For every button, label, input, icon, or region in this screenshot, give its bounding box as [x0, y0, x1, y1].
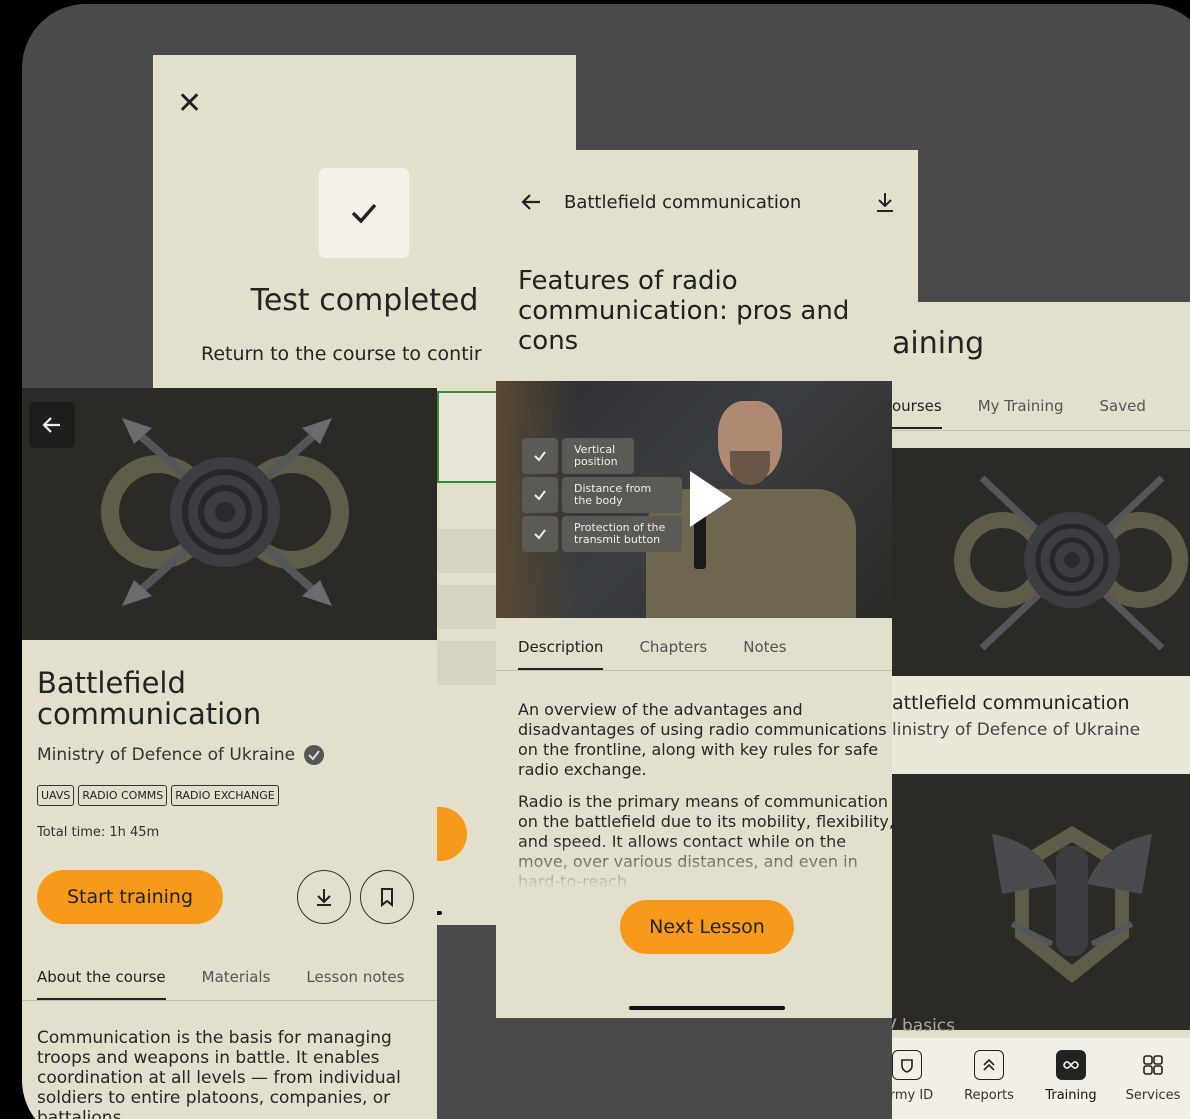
video-player[interactable]: Vertical position Distance from the body…: [496, 381, 918, 618]
video-check-label: Distance from the body: [562, 477, 682, 513]
divider: [22, 1000, 437, 1001]
nav-services[interactable]: Services: [1112, 1050, 1190, 1119]
tab-materials[interactable]: Materials: [202, 968, 271, 1000]
radio-emblem-icon: [954, 475, 1188, 651]
course-card-title: UAV basics: [892, 1016, 956, 1036]
next-lesson-button[interactable]: Next Lesson: [620, 900, 794, 954]
uav-emblem-icon: [992, 825, 1152, 983]
tab-description[interactable]: Description: [518, 638, 604, 670]
check-icon: [522, 438, 558, 474]
video-check-item: Vertical position: [522, 438, 634, 474]
tab-saved[interactable]: Saved: [1100, 397, 1146, 429]
total-time: Total time: 1h 45m: [37, 825, 160, 840]
lesson-topbar: Battlefield communication: [518, 190, 896, 214]
description-paragraph: An overview of the advantages and disadv…: [518, 700, 887, 779]
lesson-screen: Battlefield communication Features of ra…: [496, 150, 918, 1018]
nav-label: Army ID: [892, 1088, 934, 1103]
video-check-label: Protection of the transmit button: [562, 516, 682, 552]
download-icon: [317, 889, 331, 906]
nav-label: Reports: [964, 1088, 1014, 1103]
grid-icon: [1138, 1050, 1168, 1080]
tag: UAVS: [37, 785, 75, 806]
nav-label: Training: [1045, 1088, 1097, 1103]
tab-my-training[interactable]: My Training: [978, 397, 1064, 429]
course-card-title: attlefield communication: [892, 692, 1130, 714]
course-card-caption: attlefield communication linistry of Def…: [892, 676, 1190, 774]
training-tabs: ourses My Training Saved: [892, 397, 1146, 429]
nav-label: Services: [1125, 1088, 1181, 1103]
tab-courses[interactable]: ourses: [892, 397, 942, 429]
nav-training[interactable]: Training: [1030, 1050, 1112, 1119]
lesson-topbar-title: Battlefield communication: [564, 191, 802, 213]
tab-about[interactable]: About the course: [37, 968, 166, 1000]
org-name: Ministry of Defence of Ukraine: [37, 745, 296, 765]
nav-reports[interactable]: Reports: [948, 1050, 1030, 1119]
play-icon[interactable]: [686, 469, 736, 529]
bookmark-icon: [381, 888, 393, 908]
tag: RADIO COMMS: [78, 785, 168, 806]
text-fade: [496, 840, 918, 890]
check-icon: [522, 516, 558, 552]
divider: [496, 670, 918, 671]
start-training-button[interactable]: Start training: [37, 870, 223, 924]
check-icon: [522, 477, 558, 513]
course-title: Battlefield communication: [37, 666, 262, 731]
course-card-image[interactable]: [892, 774, 1190, 1030]
video-check-label: Vertical position: [562, 438, 634, 474]
check-icon: [319, 168, 409, 258]
course-screen: Battlefield communication Ministry of De…: [22, 388, 437, 1119]
course-hero-image: [22, 388, 437, 640]
tag: RADIO EXCHANGE: [171, 785, 279, 806]
arrow-left-icon[interactable]: [518, 190, 544, 214]
course-description: Communication is the basis for managing …: [37, 1028, 401, 1119]
infinity-icon: [1056, 1050, 1086, 1080]
continue-button[interactable]: [437, 807, 467, 861]
course-org: Ministry of Defence of Ukraine: [37, 744, 325, 766]
close-icon[interactable]: ✕: [177, 89, 202, 119]
download-button[interactable]: [297, 870, 351, 924]
tag-list: UAVS RADIO COMMS RADIO EXCHANGE: [37, 785, 279, 806]
bookmark-button[interactable]: [360, 870, 414, 924]
course-card-image[interactable]: [892, 448, 1190, 676]
lesson-tabs: Description Chapters Notes: [518, 638, 787, 670]
radio-emblem-icon: [101, 418, 349, 606]
chevrons-up-icon: [974, 1050, 1004, 1080]
tab-notes[interactable]: Notes: [743, 638, 786, 670]
tab-lesson-notes[interactable]: Lesson notes: [306, 968, 404, 1000]
bottom-nav: Army ID Reports Training Services: [892, 1038, 1190, 1119]
training-heading: aining: [892, 326, 985, 361]
divider: [892, 430, 1190, 431]
test-subtitle: Return to the course to contir: [201, 343, 482, 365]
video-check-item: Protection of the transmit button: [522, 516, 682, 552]
verified-badge-icon: [304, 745, 325, 765]
lesson-title: Features of radio communication: pros an…: [518, 266, 850, 356]
showcase-background: ✕ Test completed Return to the course to…: [22, 4, 1190, 1119]
home-indicator: [629, 1006, 785, 1010]
tab-chapters[interactable]: Chapters: [639, 638, 707, 670]
course-card-org: linistry of Defence of Ukraine: [892, 720, 1141, 740]
shield-icon: [892, 1050, 922, 1080]
training-screen: aining ourses My Training Saved attlefie…: [892, 302, 1190, 1119]
video-check-item: Distance from the body: [522, 477, 682, 513]
download-icon[interactable]: [874, 190, 896, 214]
nav-army-id[interactable]: Army ID: [892, 1050, 948, 1119]
course-tabs: About the course Materials Lesson notes: [37, 968, 404, 1000]
